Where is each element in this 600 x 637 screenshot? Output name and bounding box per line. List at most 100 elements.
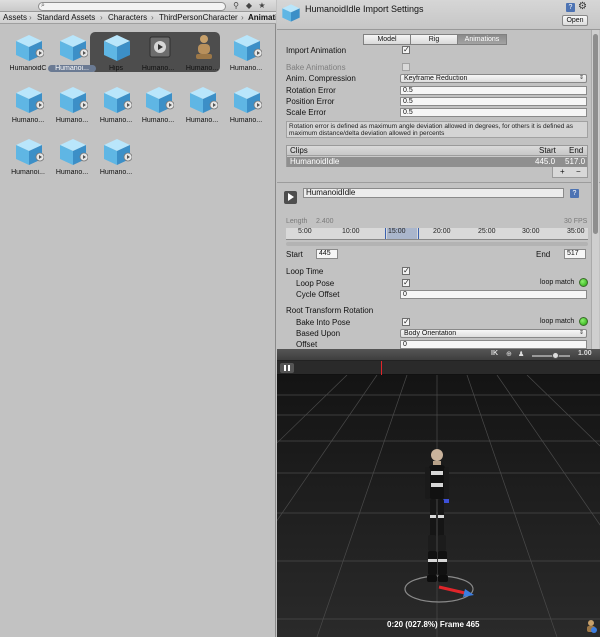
loop-match-label: loop match [540, 279, 575, 286]
position-error-field[interactable]: 0.5 [400, 97, 587, 106]
asset-model-item[interactable]: Humano... [138, 84, 178, 132]
asset-model-item[interactable]: Humano... [226, 32, 266, 80]
help-icon[interactable]: ? [566, 3, 575, 12]
clips-header: Clips Start End [287, 146, 587, 156]
model-cube-icon [190, 87, 218, 113]
breadcrumb-item[interactable]: Standard Assets [37, 13, 95, 22]
filter-by-type-icon[interactable]: ◆ [244, 1, 254, 11]
clips-controls: + − [552, 167, 588, 178]
start-field[interactable]: 445 [316, 249, 338, 259]
tab-animations[interactable]: Animations [457, 34, 507, 45]
anim-compression-dropdown[interactable]: Keyframe Reduction ⇕ [400, 74, 587, 83]
end-label: End [536, 250, 551, 259]
cycle-offset-label: Cycle Offset [296, 290, 340, 299]
asset-model-item[interactable]: HumanoidC [8, 32, 48, 80]
help-icon[interactable]: ? [570, 189, 579, 198]
asset-label: Humanoi... [48, 65, 96, 72]
loop-time-row: Loop Time ✓ [286, 267, 588, 277]
position-error-row: Position Error 0.5 [286, 97, 588, 107]
import-animation-checkbox[interactable]: ✓ [402, 46, 410, 54]
anim-compression-label: Anim. Compression [286, 74, 356, 83]
breadcrumb-item[interactable]: Assets [3, 13, 27, 22]
playhead[interactable] [381, 361, 382, 375]
animation-preview[interactable]: 0:20 (027.8%) Frame 465 [277, 361, 600, 637]
open-button[interactable]: Open [562, 15, 588, 26]
length-value: 2.400 [316, 218, 334, 225]
asset-mesh-item[interactable]: Hips [96, 32, 136, 80]
loop-pose-label: Loop Pose [296, 279, 335, 288]
asset-model-item-selected[interactable]: Humanoi... [48, 32, 96, 80]
clip-name-field[interactable]: HumanoidIdle [303, 188, 564, 198]
asset-model-item[interactable]: Humano... [96, 84, 136, 132]
asset-model-item[interactable]: Humanoi... [8, 136, 48, 184]
scrollbar-thumb[interactable] [593, 34, 598, 234]
filter-by-label-icon[interactable]: ⚲ [231, 1, 241, 11]
asset-model-item[interactable]: Humano... [182, 84, 222, 132]
ruler-tick-label: 35:00 [567, 228, 585, 235]
add-clip-button[interactable]: + [560, 167, 565, 177]
ruler-tick-label: 5:00 [298, 228, 312, 235]
clip-list-item[interactable]: HumanoidIdle 445.0 517.0 [287, 157, 587, 167]
asset-model-item[interactable]: Humano... [52, 84, 92, 132]
project-toolbar: ⌕ ⚲ ◆ ★ [0, 0, 276, 12]
ruler-tick-label: 25:00 [478, 228, 496, 235]
asset-avatar-item[interactable]: Humano... [182, 32, 222, 80]
favorite-star-icon[interactable]: ★ [257, 1, 267, 11]
range-end-marker[interactable] [418, 228, 419, 239]
preview-timeline[interactable] [277, 361, 600, 375]
breadcrumb-item[interactable]: Characters [108, 13, 147, 22]
tab-rig[interactable]: Rig [410, 34, 458, 45]
range-start-marker[interactable] [385, 228, 386, 239]
tab-model[interactable]: Model [363, 34, 411, 45]
model-cube-icon [60, 139, 88, 165]
asset-animation-clip-item[interactable]: Humano... [138, 32, 178, 80]
bake-into-pose-checkbox[interactable]: ✓ [402, 318, 410, 326]
avatar-selector-icon[interactable] [585, 619, 597, 633]
position-error-label: Position Error [286, 97, 335, 106]
loop-time-checkbox[interactable]: ✓ [402, 267, 410, 275]
bake-into-pose-label: Bake Into Pose [296, 318, 351, 327]
cycle-offset-field[interactable]: 0 [400, 290, 587, 299]
inspector-panel: HumanoidIdle Import Settings ? ⚙ Open Mo… [277, 0, 600, 350]
anim-compression-value: Keyframe Reduction [404, 75, 468, 82]
clip-length-row: Length 2.400 30 FPS [286, 218, 588, 228]
breadcrumb-separator-icon: › [241, 13, 244, 22]
breadcrumb-item[interactable]: ThirdPersonCharacter [159, 13, 238, 22]
model-cube-icon [234, 35, 262, 61]
rotation-error-field[interactable]: 0.5 [400, 86, 587, 95]
clip-timeline-ruler[interactable]: 5:00 10:00 15:00 20:00 25:00 30:00 35:00 [286, 228, 588, 240]
remove-clip-button[interactable]: − [576, 167, 581, 177]
rotation-error-row: Rotation Error 0.5 [286, 86, 588, 96]
slider-knob[interactable] [552, 352, 559, 359]
based-upon-label: Based Upon [296, 329, 341, 338]
loop-time-label: Loop Time [286, 267, 324, 276]
model-cube-icon [16, 35, 44, 61]
root-rotation-header: Root Transform Rotation [286, 306, 374, 315]
bake-animations-row: Bake Animations [286, 63, 588, 73]
model-cube-icon [60, 35, 88, 61]
end-field[interactable]: 517 [564, 249, 586, 259]
clip-preview-play-button[interactable] [284, 191, 297, 204]
ik-toggle[interactable]: IK [491, 350, 498, 357]
asset-model-item[interactable]: Humano... [52, 136, 92, 184]
asset-model-item[interactable]: Humano... [8, 84, 48, 132]
person-icon[interactable]: ♟ [518, 350, 524, 358]
asset-model-item[interactable]: Humano... [226, 84, 266, 132]
gear-icon[interactable]: ⚙ [578, 1, 587, 12]
start-label: Start [286, 250, 303, 259]
length-label: Length [286, 218, 308, 225]
offset-field[interactable]: 0 [400, 340, 587, 349]
playback-speed-slider[interactable] [532, 355, 570, 357]
inspector-scrollbar[interactable] [591, 30, 599, 350]
project-panel: ⌕ ⚲ ◆ ★ Assets › Standard Assets › Chara… [0, 0, 276, 637]
pivot-icon[interactable]: ⊕ [506, 350, 512, 358]
breadcrumb-current[interactable]: Animation [248, 13, 276, 22]
scale-error-field[interactable]: 0.5 [400, 108, 587, 117]
based-upon-dropdown[interactable]: Body Orientation ⇕ [400, 329, 587, 338]
asset-model-item[interactable]: Humano... [96, 136, 136, 184]
pause-button[interactable] [280, 363, 294, 373]
search-input[interactable]: ⌕ [38, 2, 226, 11]
loop-pose-checkbox[interactable]: ✓ [402, 279, 410, 287]
clip-item-name: HumanoidIdle [290, 157, 340, 166]
clip-range-scrollbar[interactable] [286, 242, 588, 246]
